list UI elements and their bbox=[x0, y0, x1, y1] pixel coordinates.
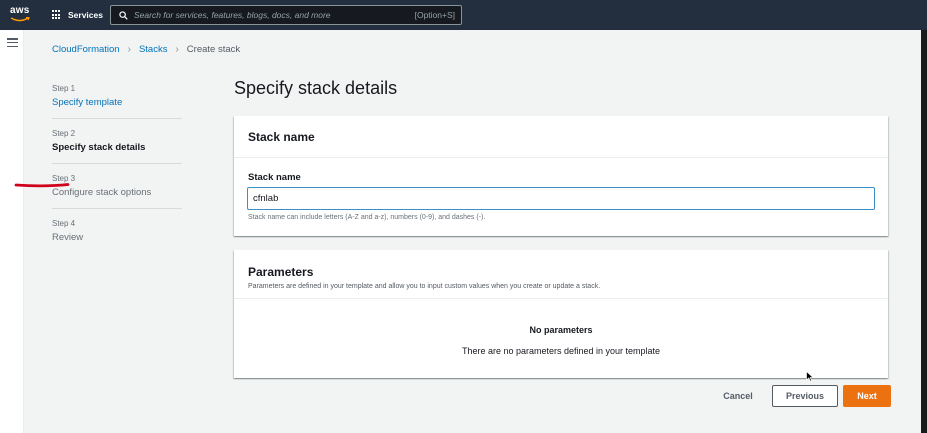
next-button[interactable]: Next bbox=[843, 385, 891, 407]
aws-logo[interactable]: aws bbox=[10, 6, 34, 24]
breadcrumb-current: Create stack bbox=[186, 44, 241, 55]
side-rail bbox=[0, 30, 24, 433]
logo-text: aws bbox=[10, 5, 30, 16]
page-title: Specify stack details bbox=[234, 78, 398, 98]
hamburger-icon[interactable] bbox=[7, 38, 18, 47]
stack-name-panel-header: Stack name bbox=[234, 116, 888, 158]
stack-name-input[interactable] bbox=[247, 187, 875, 210]
chevron-right-icon: › bbox=[127, 44, 131, 55]
search-placeholder: Search for services, features, blogs, do… bbox=[134, 10, 331, 20]
step-number: Step 4 bbox=[52, 219, 76, 228]
no-parameters-title: No parameters bbox=[529, 325, 593, 335]
search-shortcut: [Option+S] bbox=[414, 10, 455, 20]
step-number: Step 2 bbox=[52, 129, 76, 138]
step-4: Step 4 Review bbox=[52, 219, 182, 253]
annotation-underline bbox=[14, 183, 70, 188]
previous-button[interactable]: Previous bbox=[772, 385, 838, 407]
chevron-right-icon: › bbox=[175, 44, 179, 55]
breadcrumb-cloudformation[interactable]: CloudFormation bbox=[52, 44, 120, 55]
cancel-button[interactable]: Cancel bbox=[710, 386, 766, 406]
parameters-description: Parameters are defined in your template … bbox=[248, 283, 601, 290]
services-label: Services bbox=[68, 10, 103, 20]
no-parameters-text: There are no parameters defined in your … bbox=[461, 346, 661, 356]
parameters-panel: Parameters Parameters are defined in you… bbox=[234, 250, 888, 378]
cursor-icon bbox=[806, 371, 814, 382]
step-number: Step 1 bbox=[52, 84, 76, 93]
stack-name-panel: Stack name Stack name Stack name can inc… bbox=[234, 116, 888, 236]
services-menu-button[interactable]: Services bbox=[52, 7, 103, 23]
step-2: Step 2 Specify stack details bbox=[52, 129, 182, 164]
step-label-specify-template[interactable]: Specify template bbox=[52, 97, 182, 108]
stack-name-label: Stack name bbox=[248, 172, 301, 183]
search-input[interactable]: Search for services, features, blogs, do… bbox=[110, 5, 462, 25]
top-navigation: aws Services Search for services, featur… bbox=[0, 0, 927, 30]
parameters-panel-header: Parameters bbox=[248, 265, 314, 279]
breadcrumb-stacks[interactable]: Stacks bbox=[139, 44, 168, 55]
step-label-review: Review bbox=[52, 232, 84, 243]
step-label-specify-stack-details: Specify stack details bbox=[52, 142, 146, 153]
stack-name-hint: Stack name can include letters (A-Z and … bbox=[248, 214, 486, 221]
wizard-steps: Step 1 Specify template Step 2 Specify s… bbox=[52, 84, 182, 263]
step-3: Step 3 Configure stack options bbox=[52, 174, 182, 209]
search-icon bbox=[119, 10, 128, 20]
window-edge bbox=[921, 30, 927, 433]
step-1: Step 1 Specify template bbox=[52, 84, 182, 119]
breadcrumb: CloudFormation › Stacks › Create stack bbox=[52, 44, 240, 55]
divider bbox=[234, 298, 888, 299]
grid-icon bbox=[52, 10, 62, 20]
